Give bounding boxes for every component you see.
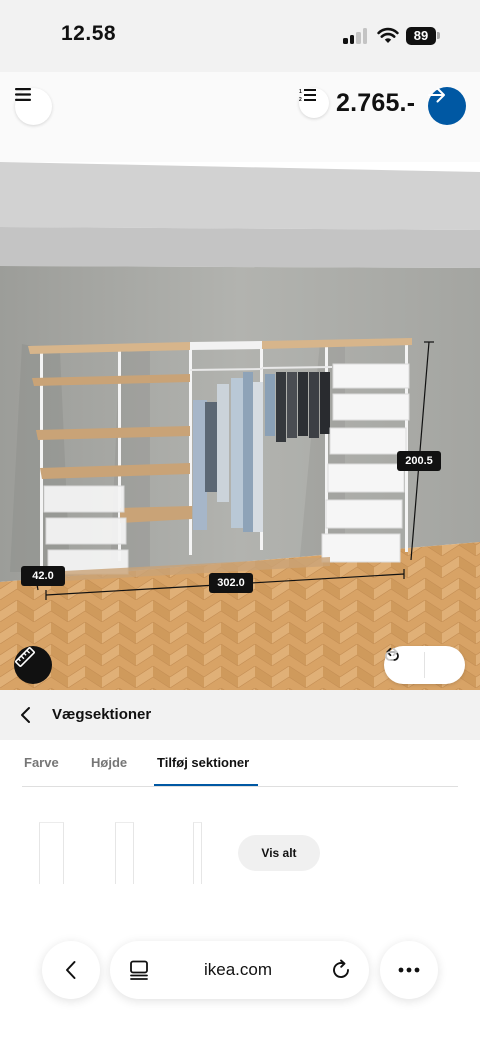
address-bar[interactable]: ikea.com — [110, 941, 369, 999]
chevron-left-icon — [66, 961, 76, 979]
tab-tilfoj-sektioner[interactable]: Tilføj sektioner — [157, 755, 249, 770]
wifi-icon — [377, 27, 399, 43]
section-header: Vægsektioner — [0, 690, 480, 740]
height-dimension-label[interactable]: 200.5 — [397, 451, 441, 471]
url-text: ikea.com — [204, 960, 273, 979]
ruler-icon — [15, 647, 35, 667]
see-all-button[interactable]: Vis alt — [238, 835, 320, 871]
svg-text:2: 2 — [299, 97, 302, 102]
width-dimension-label[interactable]: 302.0 — [209, 573, 253, 593]
option-tabs: Farve Højde Tilføj sektioner — [0, 740, 480, 787]
depth-dimension-label[interactable]: 42.0 — [21, 566, 65, 586]
shopping-list-button[interactable]: 1 2 — [299, 88, 329, 118]
menu-button[interactable] — [15, 88, 52, 125]
active-tab-indicator — [154, 784, 258, 786]
tab-farve[interactable]: Farve — [24, 755, 59, 770]
list-icon: 1 2 — [299, 89, 316, 102]
tabs-icon — [130, 960, 148, 980]
status-time: 12.58 — [61, 22, 117, 45]
status-bar: 12.58 89 — [0, 0, 480, 72]
section-title: Vægsektioner — [52, 706, 152, 723]
tab-hojde[interactable]: Højde — [91, 755, 127, 770]
measure-toggle-button[interactable] — [14, 646, 52, 684]
battery-cap — [437, 32, 440, 39]
undo-redo-group — [384, 646, 465, 684]
cellular-signal-icon — [343, 28, 369, 44]
more-options-button[interactable] — [380, 941, 438, 999]
section-thumbnail[interactable] — [193, 822, 202, 884]
wardrobe-render — [0, 72, 480, 690]
redo-button[interactable] — [385, 646, 465, 684]
section-thumbnail[interactable] — [39, 822, 64, 884]
section-thumbnail[interactable] — [115, 822, 134, 884]
arrow-right-icon — [428, 87, 445, 103]
total-price: 2.765.- — [336, 89, 414, 117]
next-button[interactable] — [428, 87, 466, 125]
battery-indicator: 89 — [406, 27, 436, 45]
tabs-divider — [22, 786, 458, 787]
browser-back-button[interactable] — [42, 941, 100, 999]
more-icon — [398, 967, 420, 973]
browser-toolbar: ikea.com — [0, 930, 480, 1041]
redo-icon — [385, 647, 398, 661]
menu-icon — [15, 88, 31, 101]
svg-text:1: 1 — [299, 89, 302, 95]
chevron-left-icon[interactable] — [18, 705, 34, 725]
reload-icon[interactable] — [330, 959, 352, 981]
planner-3d-view[interactable]: 1 2 2.765.- 42.0 302.0 200.5 — [0, 72, 480, 690]
